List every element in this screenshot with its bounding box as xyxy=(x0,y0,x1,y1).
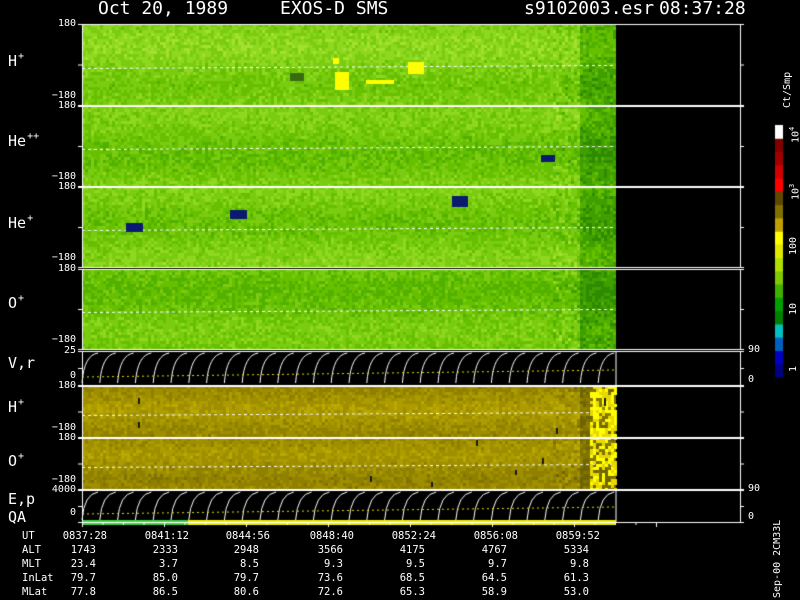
ephemeris-row-ut: UT 0837:28 0841:12 0844:56 0848:40 0852:24 085… xyxy=(0,530,800,543)
colorbar-tick: 1 xyxy=(788,365,799,372)
panel-label-vr: V,r xyxy=(8,354,36,372)
tick-top-heplus: 180 xyxy=(57,181,76,192)
ephemeris-value: 4767 xyxy=(481,544,507,556)
ephemeris-value: 5334 xyxy=(563,544,589,556)
ephemeris-value: 9.7 xyxy=(488,558,507,570)
panel-label-hplus2: H+ xyxy=(8,397,25,416)
ephemeris-value: 8.5 xyxy=(240,558,259,570)
ephemeris-value: 2948 xyxy=(233,544,259,556)
colorbar-tick: 104 xyxy=(788,126,800,143)
ephemeris-value: 0841:12 xyxy=(144,530,189,542)
colorbar-tick: 100 xyxy=(788,236,799,255)
panel-label-ep: E,p xyxy=(8,490,36,508)
header-instrument: EXOS-D SMS xyxy=(280,0,389,19)
tick-top-vr: 25 xyxy=(63,345,76,356)
ephemeris-value: 61.3 xyxy=(563,572,589,584)
panel-label-heplus: He+ xyxy=(8,213,34,232)
ephemeris-value: 80.6 xyxy=(233,586,259,598)
ephemeris-value: 0859:52 xyxy=(555,530,600,542)
spectrogram-plot xyxy=(0,0,800,600)
ephemeris-row-mlat: MLat 77.8 86.5 80.6 72.6 65.3 58.9 53.0 xyxy=(0,586,800,599)
ephemeris-value: 0852:24 xyxy=(391,530,436,542)
panel-label-hplus: H+ xyxy=(8,51,25,70)
ephemeris-value: 79.7 xyxy=(70,572,96,584)
header-filename: s9102003.esr xyxy=(524,0,655,19)
right-tick-top-vr: 90 xyxy=(748,344,761,355)
ephemeris-value: 2333 xyxy=(152,544,178,556)
ephemeris-value: 1743 xyxy=(70,544,96,556)
tick-top-heplusplus: 180 xyxy=(57,100,76,111)
ephemeris-value: 9.8 xyxy=(570,558,589,570)
ephemeris-value: 0837:28 xyxy=(62,530,107,542)
ephemeris-value: 65.3 xyxy=(399,586,425,598)
tick-top-hplus2: 180 xyxy=(57,380,76,391)
tick-top-ep: 4000 xyxy=(51,484,76,495)
ephemeris-row-inlat: InLat 79.7 85.0 79.7 73.6 68.5 64.5 61.3 xyxy=(0,572,800,585)
tick-top-oplus: 180 xyxy=(57,263,76,274)
ephemeris-value: 58.9 xyxy=(481,586,507,598)
tick-top-oplus2: 180 xyxy=(57,432,76,443)
tick-bottom-heplus: −180 xyxy=(51,252,76,263)
tick-top-hplus: 180 xyxy=(57,18,76,29)
ephemeris-value: 0848:40 xyxy=(309,530,354,542)
ephemeris-value: 9.3 xyxy=(324,558,343,570)
ephemeris-value: 0844:56 xyxy=(225,530,270,542)
tick-bottom-oplus: −180 xyxy=(51,334,76,345)
header-time: 08:37:28 xyxy=(659,0,746,19)
panel-label-heplusplus: He++ xyxy=(8,131,40,150)
panel-label-oplus2: O+ xyxy=(8,451,25,470)
ephemeris-row-mlt: MLT 23.4 3.7 8.5 9.3 9.5 9.7 9.8 xyxy=(0,558,800,571)
ephemeris-value: 3566 xyxy=(317,544,343,556)
colorbar-tick: 103 xyxy=(788,183,800,200)
ephemeris-value: 0856:08 xyxy=(473,530,518,542)
ephemeris-value: 73.6 xyxy=(317,572,343,584)
ephemeris-value: 86.5 xyxy=(152,586,178,598)
header-date: Oct 20, 1989 xyxy=(98,0,229,19)
colorbar-unit: Ct/Smp xyxy=(782,71,793,108)
tick-bottom-ep: 0 xyxy=(69,507,76,518)
ephemeris-value: 77.8 xyxy=(70,586,96,598)
panel-label-oplus: O+ xyxy=(8,293,25,312)
qa-label: QA xyxy=(8,508,27,526)
ephemeris-value: 4175 xyxy=(399,544,425,556)
colorbar-tick: 10 xyxy=(788,302,799,315)
ephemeris-value: 23.4 xyxy=(70,558,96,570)
right-tick-bottom-vr: 0 xyxy=(748,374,755,385)
ephemeris-value: 72.6 xyxy=(317,586,343,598)
right-tick-top-ep: 90 xyxy=(748,483,761,494)
ephemeris-value: 79.7 xyxy=(233,572,259,584)
ephemeris-value: 85.0 xyxy=(152,572,178,584)
ephemeris-label: UT xyxy=(22,530,35,542)
ephemeris-row-alt: ALT 1743 2333 2948 3566 4175 4767 5334 xyxy=(0,544,800,557)
ephemeris-value: 64.5 xyxy=(481,572,507,584)
ephemeris-value: 3.7 xyxy=(159,558,178,570)
right-tick-bottom-ep: 0 xyxy=(748,511,755,522)
ephemeris-value: 9.5 xyxy=(406,558,425,570)
ephemeris-value: 68.5 xyxy=(399,572,425,584)
ephemeris-value: 53.0 xyxy=(563,586,589,598)
